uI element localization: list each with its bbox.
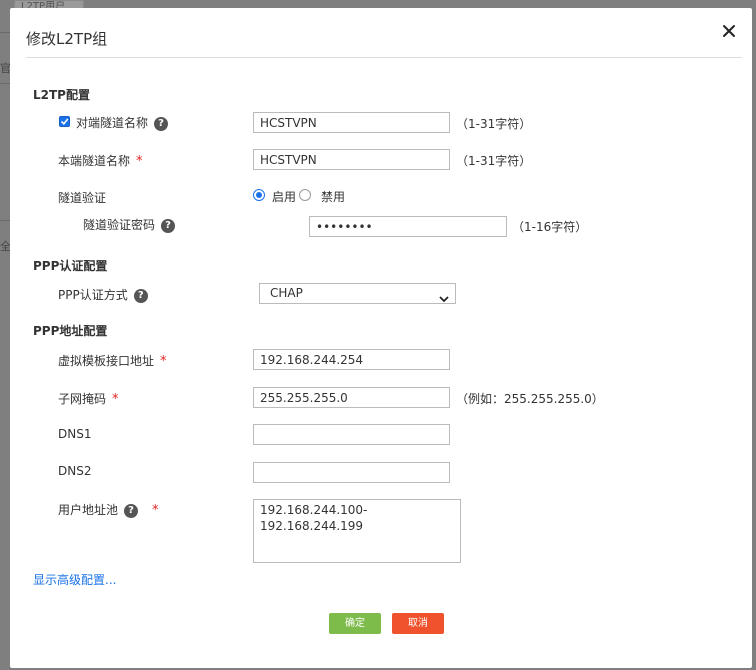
dns1-label: DNS1 <box>58 427 92 441</box>
cancel-button[interactable]: 取消 <box>392 613 444 634</box>
vt-address-label: 虚拟模板接口地址 * <box>58 352 167 369</box>
ppp-auth-mode-value: CHAP <box>270 286 303 300</box>
local-tunnel-name-input[interactable] <box>253 149 450 170</box>
address-pool-label: 用户地址池? * <box>58 501 159 518</box>
vt-address-text: 虚拟模板接口地址 <box>58 354 155 368</box>
tunnel-auth-enable-label[interactable]: 启用 <box>272 188 296 205</box>
address-pool-text: 用户地址池 <box>58 503 119 517</box>
tunnel-auth-disable-radio[interactable] <box>299 189 311 201</box>
section-title-l2tp: L2TP配置 <box>33 88 90 102</box>
close-icon[interactable] <box>722 24 738 40</box>
tunnel-auth-password-label: 隧道验证密码? <box>83 216 176 233</box>
peer-tunnel-name-text: 对端隧道名称 <box>76 116 149 130</box>
local-tunnel-name-label: 本端隧道名称 * <box>58 152 143 169</box>
netmask-hint: （例如：255.255.255.0） <box>456 392 604 406</box>
local-tunnel-name-hint: （1-31字符） <box>456 154 532 168</box>
dns2-label: DNS2 <box>58 464 92 478</box>
help-icon[interactable]: ? <box>124 503 139 518</box>
local-tunnel-name-text: 本端隧道名称 <box>58 154 131 168</box>
section-title-ppp-auth: PPP认证配置 <box>33 259 108 273</box>
background-divider <box>0 32 10 33</box>
peer-tunnel-name-label: 对端隧道名称? <box>76 114 169 131</box>
required-mark: * <box>136 154 143 169</box>
address-pool-textarea[interactable]: 192.168.244.100-192.168.244.199 <box>253 499 461 563</box>
required-mark: * <box>112 392 119 407</box>
show-advanced-link[interactable]: 显示高级配置... <box>33 571 116 588</box>
netmask-text: 子网掩码 <box>58 392 107 406</box>
title-divider <box>26 57 742 58</box>
netmask-input[interactable] <box>253 387 450 408</box>
required-mark: * <box>160 354 167 369</box>
peer-tunnel-name-checkbox[interactable] <box>59 116 70 127</box>
tunnel-auth-enable-radio[interactable] <box>253 189 265 201</box>
help-icon[interactable]: ? <box>154 116 169 131</box>
ppp-auth-mode-select[interactable]: CHAP <box>259 283 456 304</box>
section-title-ppp-address: PPP地址配置 <box>33 324 108 338</box>
background-divider <box>0 220 10 221</box>
edit-l2tp-group-dialog: 修改L2TP组 L2TP配置 对端隧道名称? （1-31字符） 本端隧道名称* … <box>10 8 752 668</box>
help-icon[interactable]: ? <box>161 218 176 233</box>
chevron-down-icon <box>439 290 449 309</box>
help-icon[interactable]: ? <box>133 288 148 303</box>
netmask-label: 子网掩码 * <box>58 390 119 407</box>
tunnel-auth-password-text: 隧道验证密码 <box>83 218 156 232</box>
required-mark: * <box>152 503 159 518</box>
peer-tunnel-name-input[interactable] <box>253 112 450 133</box>
ppp-auth-mode-label: PPP认证方式? <box>58 286 148 303</box>
background-divider <box>0 83 10 84</box>
dns2-input[interactable] <box>253 462 450 483</box>
dns1-input[interactable] <box>253 424 450 445</box>
dialog-title: 修改L2TP组 <box>26 30 108 48</box>
ppp-auth-mode-text: PPP认证方式 <box>58 288 128 302</box>
tunnel-auth-password-hint: （1-16字符） <box>512 220 588 234</box>
peer-tunnel-name-hint: （1-31字符） <box>456 117 532 131</box>
tunnel-auth-password-input[interactable] <box>309 216 507 237</box>
tunnel-auth-label: 隧道验证 <box>58 191 107 205</box>
tunnel-auth-disable-label[interactable]: 禁用 <box>321 188 345 205</box>
vt-address-input[interactable] <box>253 349 450 370</box>
confirm-button[interactable]: 确定 <box>329 613 381 634</box>
